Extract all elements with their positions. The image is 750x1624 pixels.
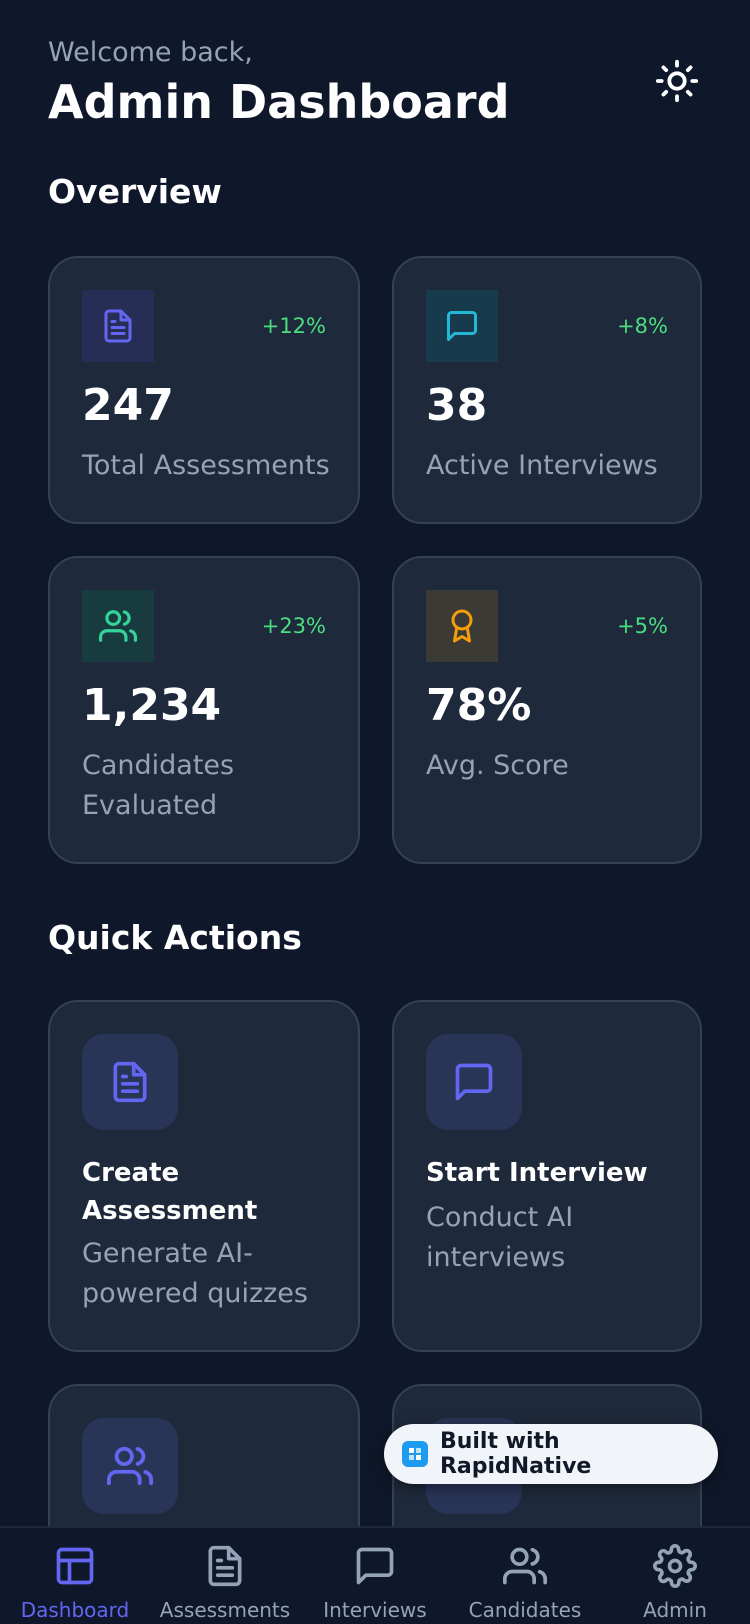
- stat-card-candidates[interactable]: +23% 1,234 Candidates Evaluated: [48, 556, 360, 864]
- stat-label: Total Assessments: [82, 450, 330, 481]
- users-icon: [107, 1446, 153, 1486]
- document-icon: [104, 309, 132, 343]
- start-interview-card[interactable]: Start Interview Conduct AI interviews: [392, 1000, 702, 1352]
- document-icon: [208, 1545, 242, 1587]
- stat-icon-wrap: [426, 590, 498, 662]
- theme-toggle-button[interactable]: [652, 56, 702, 106]
- bottom-tab-bar: Dashboard Assessments Interviews Candida…: [0, 1526, 750, 1624]
- tab-interviews[interactable]: Interviews: [300, 1528, 450, 1624]
- logo-squares-icon: [408, 1448, 421, 1460]
- stat-card-avg-score[interactable]: +5% 78% Avg. Score: [392, 556, 702, 864]
- stat-change: +23%: [261, 614, 326, 638]
- sun-icon: [655, 59, 699, 103]
- badge-label: Built with RapidNative: [439, 1429, 592, 1479]
- chat-icon: [447, 311, 477, 341]
- action-icon-wrap: [82, 1034, 178, 1130]
- built-with-badge[interactable]: Built with RapidNative: [384, 1424, 718, 1484]
- stat-icon-wrap: [426, 290, 498, 362]
- action-icon-wrap: [426, 1034, 522, 1130]
- tab-admin[interactable]: Admin: [600, 1528, 750, 1624]
- stat-change: +12%: [261, 314, 326, 338]
- action-icon-wrap: [82, 1418, 178, 1514]
- tab-label: Assessments: [159, 1598, 291, 1622]
- gear-icon: [653, 1544, 697, 1588]
- stat-card-assessments[interactable]: +12% 247 Total Assessments: [48, 256, 360, 524]
- stat-change: +5%: [617, 614, 668, 638]
- users-icon: [503, 1547, 547, 1585]
- stat-label: Avg. Score: [426, 750, 569, 781]
- tab-assessments[interactable]: Assessments: [150, 1528, 300, 1624]
- document-icon: [113, 1061, 147, 1103]
- dashboard-icon: [56, 1547, 94, 1585]
- overview-title: Overview: [48, 172, 222, 211]
- page-title: Admin Dashboard: [48, 75, 510, 129]
- stat-change: +8%: [617, 314, 668, 338]
- action-title: Start Interview: [426, 1158, 648, 1188]
- stat-icon-wrap: [82, 290, 154, 362]
- stat-value: 1,234: [82, 680, 222, 731]
- tab-candidates[interactable]: Candidates: [450, 1528, 600, 1624]
- stat-value: 247: [82, 380, 174, 431]
- tab-dashboard[interactable]: Dashboard: [0, 1528, 150, 1624]
- stat-label: Candidates Evaluated: [82, 750, 235, 821]
- rapidnative-logo-icon: [402, 1441, 428, 1467]
- stat-card-interviews[interactable]: +8% 38 Active Interviews: [392, 256, 702, 524]
- award-icon: [451, 609, 473, 643]
- header: Welcome back, Admin Dashboard: [48, 36, 708, 132]
- users-icon: [99, 610, 137, 642]
- stat-value: 78%: [426, 680, 532, 731]
- stat-label: Active Interviews: [426, 450, 658, 481]
- tab-label: Dashboard: [20, 1598, 130, 1622]
- stat-value: 38: [426, 380, 488, 431]
- tab-label: Candidates: [468, 1598, 582, 1622]
- tab-label: Admin: [643, 1598, 707, 1622]
- tab-label: Interviews: [323, 1598, 427, 1622]
- create-assessment-card[interactable]: Create Assessment Generate AI-powered qu…: [48, 1000, 360, 1352]
- quick-actions-title: Quick Actions: [48, 918, 302, 957]
- chat-icon: [356, 1547, 394, 1585]
- welcome-text: Welcome back,: [48, 37, 253, 68]
- action-description: Generate AI-powered quizzes: [82, 1238, 308, 1309]
- action-description: Conduct AI interviews: [426, 1202, 574, 1273]
- action-title: Create Assessment: [82, 1158, 258, 1226]
- chat-icon: [455, 1063, 493, 1101]
- stat-icon-wrap: [82, 590, 154, 662]
